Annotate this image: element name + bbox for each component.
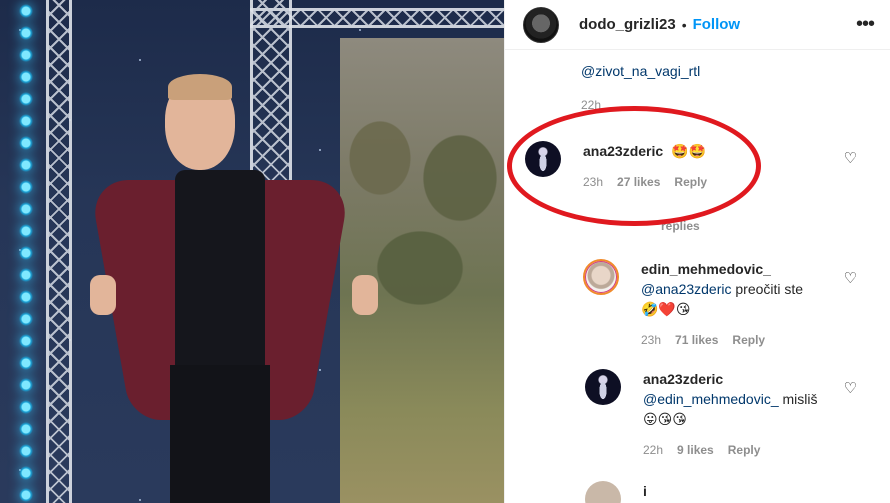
like-heart-icon[interactable]: ♡ [844, 379, 857, 397]
partial-comment-mention[interactable]: @zivot_na_vagi_rtl [581, 63, 700, 79]
reply-button[interactable]: Reply [674, 175, 707, 189]
comment-username[interactable]: ana23zderic [583, 143, 663, 159]
shirt [175, 170, 265, 370]
post-header: dodo_grizli23 • Follow ••• [505, 0, 890, 50]
reply-button[interactable]: Reply [728, 443, 761, 457]
comments-panel: dodo_grizli23 • Follow ••• @zivot_na_vag… [504, 0, 890, 503]
comment-text: ana23zderic @edin_mehmedovic_ misliš 😛😘😘 [643, 369, 823, 429]
view-replies-link[interactable]: replies [661, 219, 700, 233]
comments-list: @zivot_na_vagi_rtl 22h ana23zderic 🤩🤩 23… [505, 51, 890, 503]
more-options-icon[interactable]: ••• [856, 13, 875, 36]
comment-meta: 22h 9 likes Reply [643, 443, 823, 457]
comment-body: edin_mehmedovic_ @ana23zderic preočiti s… [641, 259, 821, 347]
comment-text: edin_mehmedovic_ @ana23zderic preočiti s… [641, 259, 821, 319]
like-heart-icon[interactable]: ♡ [844, 269, 857, 287]
comment-meta: 23h 71 likes Reply [641, 333, 821, 347]
partial-comment-username[interactable]: i [643, 483, 647, 499]
owner-avatar[interactable] [523, 6, 559, 43]
comment-item: ana23zderic 🤩🤩 23h 27 likes Reply [525, 141, 707, 189]
hand-right [352, 275, 378, 315]
follow-button[interactable]: Follow [693, 16, 741, 33]
commenter-avatar[interactable] [585, 369, 621, 405]
partial-comment-time: 22h [581, 98, 602, 112]
comment-body: ana23zderic 🤩🤩 23h 27 likes Reply [583, 141, 707, 189]
comment-likes[interactable]: 71 likes [675, 333, 718, 347]
reply-item: edin_mehmedovic_ @ana23zderic preočiti s… [583, 259, 821, 347]
comment-likes[interactable]: 27 likes [617, 175, 660, 189]
like-heart-icon[interactable]: ♡ [844, 149, 857, 167]
comment-time[interactable]: 23h [583, 175, 603, 189]
commenter-avatar[interactable] [583, 259, 619, 295]
comment-username[interactable]: ana23zderic [643, 371, 723, 387]
person-figure [50, 70, 380, 503]
commenter-avatar[interactable] [525, 141, 561, 177]
reply-item: ana23zderic @edin_mehmedovic_ misliš 😛😘😘… [585, 369, 823, 457]
commenter-avatar[interactable] [585, 481, 621, 503]
post-photo[interactable] [0, 0, 504, 503]
comment-meta: 23h 27 likes Reply [583, 175, 707, 189]
comment-time[interactable]: 22h [643, 443, 663, 457]
reply-button[interactable]: Reply [732, 333, 765, 347]
comment-time[interactable]: 23h [641, 333, 661, 347]
person-hair [168, 74, 232, 100]
comment-content: 🤩🤩 [671, 143, 706, 159]
owner-username[interactable]: dodo_grizli23 [579, 16, 676, 33]
hand-left [90, 275, 116, 315]
led-light-column [18, 0, 34, 503]
comment-mention[interactable]: @ana23zderic [641, 281, 732, 297]
comment-body: ana23zderic @edin_mehmedovic_ misliš 😛😘😘… [643, 369, 823, 457]
comment-text: ana23zderic 🤩🤩 [583, 141, 707, 161]
comment-username[interactable]: edin_mehmedovic_ [641, 261, 771, 277]
pants [170, 365, 270, 503]
header-separator: • [681, 16, 687, 33]
comment-mention[interactable]: @edin_mehmedovic_ [643, 391, 779, 407]
comment-likes[interactable]: 9 likes [677, 443, 714, 457]
person-torso [88, 170, 378, 503]
